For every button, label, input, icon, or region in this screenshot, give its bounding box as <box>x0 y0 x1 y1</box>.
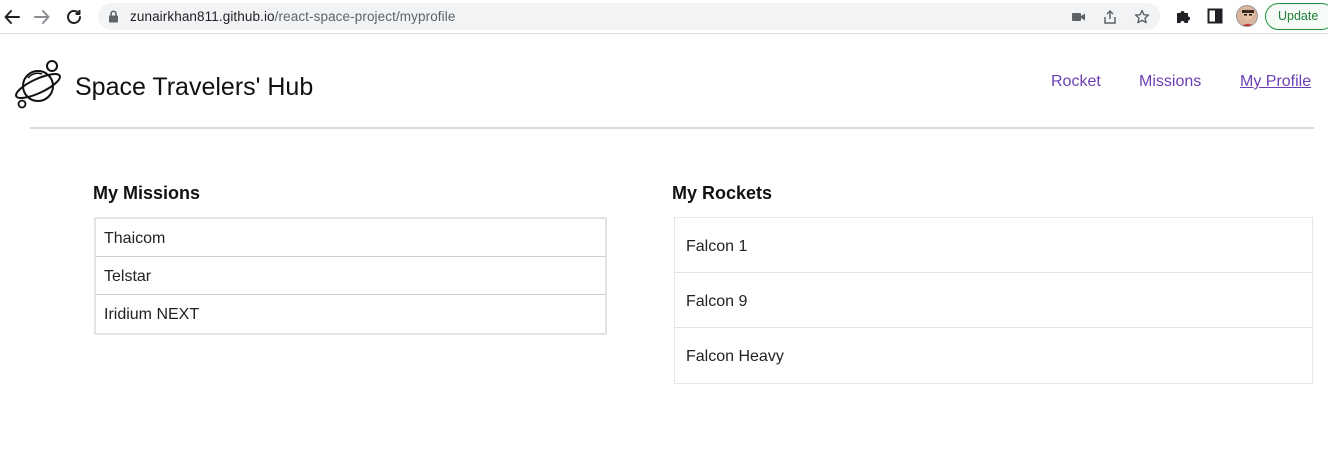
update-button[interactable]: Update <box>1265 3 1328 30</box>
rocket-item-falcon-1: Falcon 1 <box>675 218 1312 273</box>
rocket-item-falcon-heavy: Falcon Heavy <box>686 348 784 365</box>
forward-arrow-icon[interactable] <box>30 5 54 29</box>
url-host: zunairkhan811.github.io <box>130 9 275 24</box>
header-divider <box>30 127 1314 129</box>
profile-avatar[interactable] <box>1236 5 1258 27</box>
nav-missions-link[interactable]: Missions <box>1139 73 1201 91</box>
extensions-puzzle-icon[interactable] <box>1173 6 1193 26</box>
reload-icon[interactable] <box>62 5 86 29</box>
rocket-item-falcon-9: Falcon 9 <box>675 273 1312 328</box>
back-arrow-icon[interactable] <box>0 5 24 29</box>
url-path: /react-space-project/myprofile <box>274 9 456 24</box>
my-rockets-heading: My Rockets <box>672 183 773 203</box>
missions-list: Thaicom Telstar Iridium NEXT <box>94 217 607 335</box>
share-icon[interactable] <box>1101 8 1119 26</box>
mission-item-telstar: Telstar <box>96 257 605 295</box>
star-bookmark-icon[interactable] <box>1133 8 1151 26</box>
mission-item-thaicom: Thaicom <box>96 219 605 257</box>
planet-logo-icon[interactable] <box>12 58 64 110</box>
mission-item-iridium-next: Iridium NEXT <box>104 306 200 323</box>
nav-rocket-link[interactable]: Rocket <box>1051 73 1101 91</box>
rockets-list: Falcon 1 Falcon 9 Falcon Heavy <box>674 217 1313 384</box>
site-title: Space Travelers' Hub <box>75 73 314 101</box>
address-bar[interactable]: zunairkhan811.github.io/react-space-proj… <box>98 3 1160 30</box>
my-missions-heading: My Missions <box>93 183 201 203</box>
side-panel-icon[interactable] <box>1205 6 1225 26</box>
browser-toolbar: zunairkhan811.github.io/react-space-proj… <box>0 0 1328 34</box>
camera-blocked-icon[interactable] <box>1070 8 1088 26</box>
nav-my-profile-link[interactable]: My Profile <box>1240 73 1311 91</box>
lock-icon[interactable] <box>108 10 119 28</box>
url-text: zunairkhan811.github.io/react-space-proj… <box>130 9 455 24</box>
